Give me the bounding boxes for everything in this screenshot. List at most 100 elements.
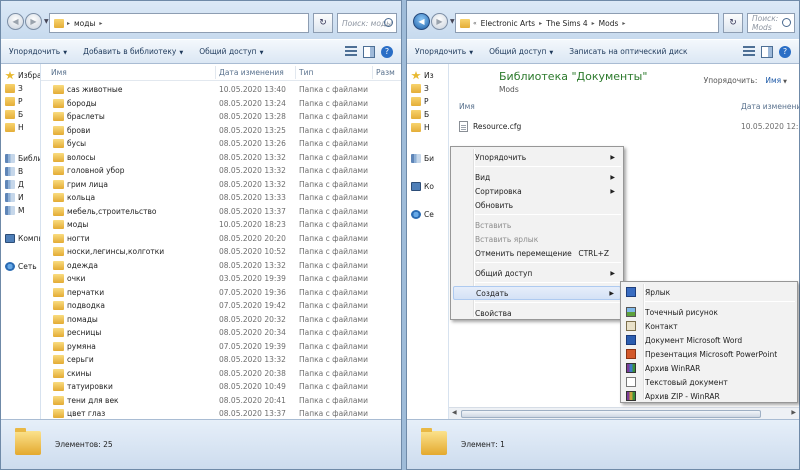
help-icon[interactable]: ? — [779, 46, 791, 58]
breadcrumb-segment[interactable]: The Sims 4 — [546, 19, 588, 28]
scroll-left-icon[interactable]: ◀ — [452, 409, 457, 416]
folder-row[interactable]: серьги 08.05.2020 13:32 Папка с файлами — [41, 353, 401, 367]
nav-item[interactable]: З — [411, 84, 429, 93]
menu-item[interactable]: Точечный рисунок — [623, 305, 795, 319]
folder-row[interactable]: румяна 07.05.2020 19:39 Папка с файлами — [41, 340, 401, 354]
preview-pane-icon[interactable] — [363, 46, 375, 58]
column-header[interactable]: Дата изменения — [219, 68, 284, 77]
nav-item[interactable]: Избранное — [5, 71, 40, 80]
menu-item[interactable]: Ярлык — [623, 285, 795, 299]
folder-row[interactable]: моды 10.05.2020 18:23 Папка с файлами — [41, 218, 401, 232]
folder-row[interactable]: цвет глаз 08.05.2020 13:37 Папка с файлами — [41, 407, 401, 419]
nav-item[interactable]: Б — [411, 110, 429, 119]
breadcrumb-chevron-icon[interactable]: ▸ — [539, 20, 542, 27]
breadcrumb-chevron-icon[interactable]: ▸ — [67, 20, 70, 27]
preview-pane-icon[interactable] — [761, 46, 773, 58]
toolbar-button[interactable]: Общий доступ ▼ — [489, 47, 553, 56]
column-header-name[interactable]: Имя — [459, 102, 475, 111]
folder-row[interactable]: головной убор 08.05.2020 13:32 Папка с фай… — [41, 164, 401, 178]
column-separator[interactable] — [295, 66, 296, 79]
scroll-thumb[interactable] — [461, 410, 761, 418]
column-header[interactable]: Имя — [51, 68, 67, 77]
history-dropdown-icon[interactable]: ▼ — [450, 18, 455, 25]
folder-row[interactable]: ногти 08.05.2020 20:20 Папка с файлами — [41, 232, 401, 246]
menu-item[interactable]: Текстовый документ — [623, 375, 795, 389]
menu-item[interactable]: Вид ▶ — [453, 170, 621, 184]
toolbar-button[interactable]: Упорядочить ▼ — [9, 47, 67, 56]
breadcrumb-segment[interactable]: моды — [74, 19, 95, 28]
nav-item[interactable]: Сеть — [5, 262, 37, 271]
refresh-button[interactable]: ↻ — [723, 13, 743, 33]
help-icon[interactable]: ? — [381, 46, 393, 58]
nav-item[interactable]: Н — [411, 123, 430, 132]
folder-row[interactable]: тени для век 08.05.2020 20:41 Папка с файл… — [41, 394, 401, 408]
nav-item[interactable]: Из — [411, 71, 434, 80]
menu-item[interactable]: Архив ZIP - WinRAR — [623, 389, 795, 403]
horizontal-scrollbar[interactable]: ◀ ▶ — [449, 407, 799, 419]
folder-row[interactable]: кольца 08.05.2020 13:33 Папка с файлами — [41, 191, 401, 205]
nav-item[interactable]: Би — [411, 154, 434, 163]
folder-row[interactable]: перчатки 07.05.2020 19:36 Папка с файлами — [41, 286, 401, 300]
toolbar-button[interactable]: Добавить в библиотеку ▼ — [83, 47, 183, 56]
nav-item[interactable]: Д — [5, 180, 24, 189]
folder-row[interactable]: очки 03.05.2020 19:39 Папка с файлами — [41, 272, 401, 286]
breadcrumb-chevron-icon[interactable]: ▸ — [592, 20, 595, 27]
arrange-by[interactable]: Упорядочить: Имя ▼ — [704, 76, 787, 85]
breadcrumb-chevron-icon[interactable]: « — [473, 20, 477, 27]
folder-row[interactable]: носки,легинсы,колготки 08.05.2020 10:52 Па… — [41, 245, 401, 259]
forward-button[interactable]: ▶ — [431, 13, 448, 30]
folder-row[interactable]: cas животные 10.05.2020 13:40 Папка с файл… — [41, 83, 401, 97]
change-view-icon[interactable] — [743, 46, 755, 58]
nav-item[interactable]: В — [5, 167, 23, 176]
toolbar-button[interactable]: Упорядочить ▼ — [415, 47, 473, 56]
menu-item[interactable]: Общий доступ ▶ — [453, 266, 621, 280]
column-header[interactable]: Разм — [376, 68, 395, 77]
back-button[interactable]: ◀ — [413, 13, 430, 30]
file-row[interactable]: Resource.cfg 10.05.2020 12: — [449, 120, 799, 134]
folder-row[interactable]: брови 08.05.2020 13:25 Папка с файлами — [41, 124, 401, 138]
address-field[interactable]: ▸ моды ▸ — [49, 13, 309, 33]
nav-item[interactable]: Р — [5, 97, 23, 106]
folder-row[interactable]: ресницы 08.05.2020 20:34 Папка с файлами — [41, 326, 401, 340]
refresh-button[interactable]: ↻ — [313, 13, 333, 33]
column-separator[interactable] — [372, 66, 373, 79]
folder-row[interactable]: бороды 08.05.2020 13:24 Папка с файлами — [41, 97, 401, 111]
arrange-value[interactable]: Имя — [765, 76, 781, 85]
folder-row[interactable]: бусы 08.05.2020 13:26 Папка с файлами — [41, 137, 401, 151]
forward-button[interactable]: ▶ — [25, 13, 42, 30]
back-button[interactable]: ◀ — [7, 13, 24, 30]
nav-item[interactable]: Компьютер — [5, 234, 40, 243]
toolbar-button[interactable]: Записать на оптический диск — [569, 47, 687, 56]
folder-row[interactable]: мебель,строительство 08.05.2020 13:37 Папк… — [41, 205, 401, 219]
folder-row[interactable]: браслеты 08.05.2020 13:28 Папка с файлами — [41, 110, 401, 124]
breadcrumb-chevron-icon[interactable]: ▸ — [99, 20, 102, 27]
nav-item[interactable]: Се — [411, 210, 434, 219]
nav-item[interactable]: Б — [5, 110, 23, 119]
menu-item[interactable]: Обновить — [453, 198, 621, 212]
nav-item[interactable]: Н — [5, 123, 24, 132]
folder-row[interactable]: волосы 08.05.2020 13:32 Папка с файлами — [41, 151, 401, 165]
column-separator[interactable] — [215, 66, 216, 79]
breadcrumb-segment[interactable]: Mods — [599, 19, 619, 28]
history-dropdown-icon[interactable]: ▼ — [44, 18, 49, 25]
breadcrumb-chevron-icon[interactable]: ▸ — [622, 20, 625, 27]
folder-row[interactable]: одежда 08.05.2020 13:32 Папка с файлами — [41, 259, 401, 273]
search-input[interactable]: Поиск: моды — [337, 13, 397, 33]
nav-item[interactable]: Р — [411, 97, 429, 106]
nav-item[interactable]: Библиотеки — [5, 154, 40, 163]
nav-item[interactable]: М — [5, 206, 24, 215]
nav-item[interactable]: И — [5, 193, 24, 202]
breadcrumb-segment[interactable]: Electronic Arts — [481, 19, 535, 28]
menu-item[interactable]: Сортировка ▶ — [453, 184, 621, 198]
menu-item[interactable]: Отменить перемещение CTRL+Z — [453, 246, 621, 260]
menu-item[interactable]: Документ Microsoft Word — [623, 333, 795, 347]
menu-item[interactable]: Упорядочить ▶ — [453, 150, 621, 164]
menu-item[interactable]: Контакт — [623, 319, 795, 333]
folder-row[interactable]: подводка 07.05.2020 19:42 Папка с файлами — [41, 299, 401, 313]
folder-row[interactable]: скины 08.05.2020 20:38 Папка с файлами — [41, 367, 401, 381]
folder-row[interactable]: грим лица 08.05.2020 13:32 Папка с файлами — [41, 178, 401, 192]
menu-item[interactable]: Свойства — [453, 306, 621, 320]
address-field[interactable]: «Electronic Arts ▸ The Sims 4 ▸ Mods ▸ — [455, 13, 719, 33]
nav-item[interactable]: З — [5, 84, 23, 93]
column-header[interactable]: Тип — [299, 68, 313, 77]
